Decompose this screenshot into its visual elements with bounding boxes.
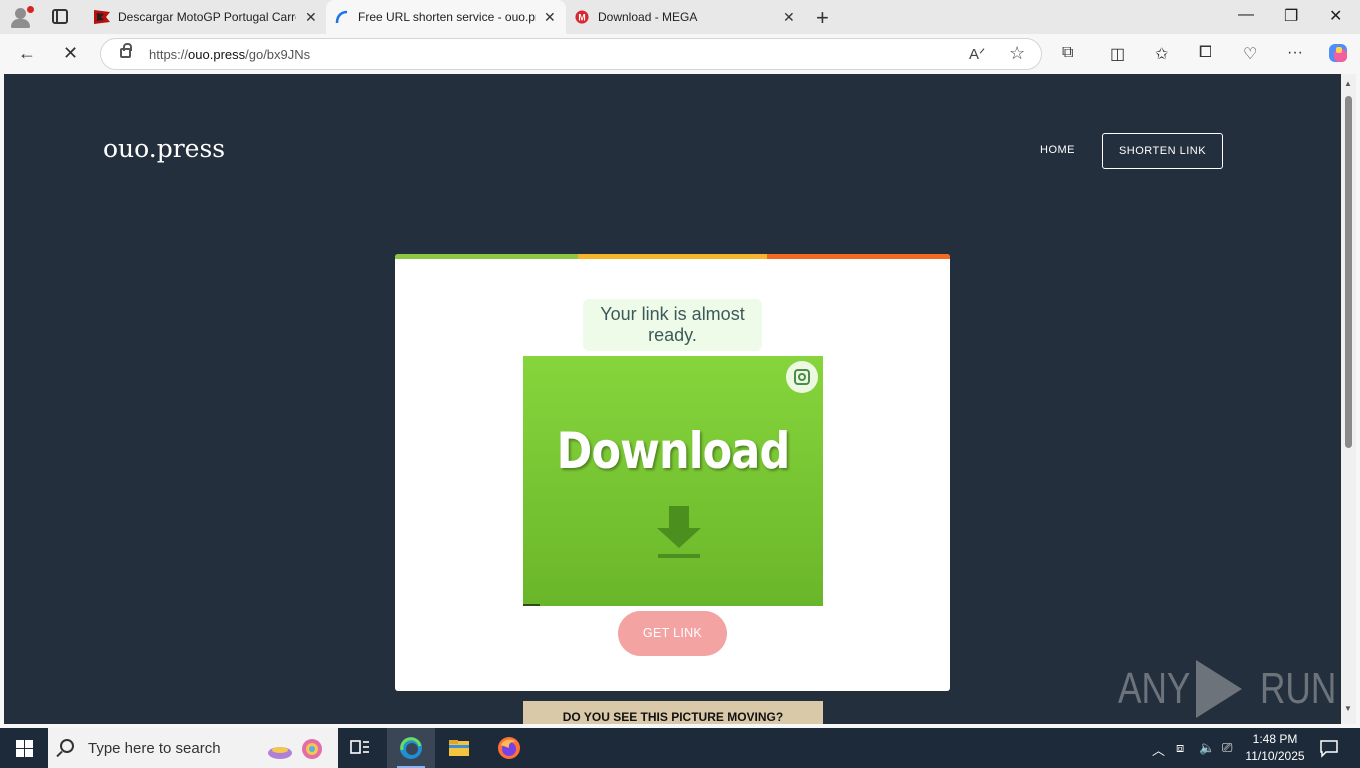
- play-icon: [1196, 660, 1242, 718]
- watermark-text-run: RUN: [1260, 664, 1337, 713]
- close-tab-icon[interactable]: ✕: [305, 9, 317, 26]
- scroll-up-icon[interactable]: ▲: [1344, 79, 1352, 88]
- taskbar-search-box[interactable]: Type here to search: [48, 728, 338, 768]
- scroll-down-icon[interactable]: ▼: [1344, 704, 1352, 713]
- close-tab-icon[interactable]: ✕: [783, 9, 795, 26]
- page-scrollbar[interactable]: ▲ ▼: [1341, 74, 1356, 724]
- motogp-flag-icon: [94, 10, 110, 24]
- shorten-link-button[interactable]: SHORTEN LINK: [1102, 133, 1223, 169]
- windows-start-icon[interactable]: [16, 740, 33, 757]
- more-menu-icon[interactable]: ···: [1287, 44, 1303, 62]
- network-icon[interactable]: ⎚: [1222, 740, 1232, 756]
- task-view-icon[interactable]: [348, 736, 372, 760]
- color-stripe: [578, 254, 767, 259]
- ready-message: Your link is almost ready.: [583, 299, 762, 351]
- file-explorer-icon[interactable]: [447, 736, 471, 760]
- search-icon: [60, 739, 74, 753]
- tab-motogp[interactable]: Descargar MotoGP Portugal Carre ✕: [86, 0, 326, 34]
- tab-mega[interactable]: M Download - MEGA ✕: [566, 0, 806, 34]
- taskbar-edge-button[interactable]: [387, 728, 435, 768]
- color-stripe: [767, 254, 950, 259]
- restore-icon[interactable]: ❐: [1284, 6, 1298, 26]
- notifications-icon[interactable]: [1317, 736, 1341, 760]
- tab-strip: Descargar MotoGP Portugal Carre ✕ Free U…: [0, 0, 1360, 34]
- copilot-icon[interactable]: [1327, 42, 1349, 64]
- close-tab-icon[interactable]: ✕: [544, 9, 556, 26]
- download-ad-banner[interactable]: Download: [523, 356, 823, 606]
- lock-icon[interactable]: [120, 43, 132, 58]
- url-text[interactable]: https://ouo.press/go/bx9JNs: [149, 47, 310, 62]
- new-tab-icon[interactable]: +: [816, 5, 829, 31]
- edge-icon: [400, 737, 422, 759]
- address-bar[interactable]: https://ouo.press/go/bx9JNs Aᐟ ☆: [100, 38, 1042, 70]
- collections-icon[interactable]: ⧠: [1199, 44, 1212, 62]
- favorite-star-icon[interactable]: ☆: [1009, 43, 1025, 64]
- get-link-button[interactable]: GET LINK: [618, 611, 727, 656]
- svg-text:M: M: [578, 13, 585, 23]
- tab-title: Download - MEGA: [598, 10, 698, 24]
- back-icon[interactable]: ←: [18, 43, 36, 64]
- stop-loading-icon[interactable]: ✕: [63, 43, 78, 64]
- firefox-icon[interactable]: [497, 736, 521, 760]
- clock-time: 1:48 PM: [1252, 732, 1298, 746]
- show-hidden-icons-icon[interactable]: ︿: [1152, 740, 1165, 759]
- nav-home-link[interactable]: HOME: [1040, 144, 1075, 156]
- clock-date: 11/10/2025: [1245, 749, 1305, 763]
- minimize-icon[interactable]: —: [1238, 6, 1254, 24]
- volume-icon[interactable]: 🔈: [1199, 740, 1215, 756]
- split-screen-icon[interactable]: ◫: [1110, 44, 1125, 64]
- close-window-icon[interactable]: ✕: [1329, 6, 1342, 26]
- tab-ouo[interactable]: Free URL shorten service - ouo.pre ✕: [326, 0, 566, 34]
- mega-icon: M: [575, 10, 589, 24]
- link-card: Your link is almost ready. Download GET …: [395, 254, 950, 691]
- visual-search-icon[interactable]: [786, 361, 818, 393]
- extensions-icon[interactable]: ⧉: [1062, 44, 1073, 62]
- search-highlight-icon[interactable]: [266, 736, 326, 762]
- address-bar-row: ← ✕ https://ouo.press/go/bx9JNs Aᐟ ☆ ⧉ ◫…: [0, 34, 1360, 74]
- scrollbar-thumb[interactable]: [1345, 96, 1352, 448]
- tab-title: Descargar MotoGP Portugal Carre: [118, 10, 296, 24]
- meet-now-icon[interactable]: ⧈: [1176, 740, 1184, 756]
- search-placeholder: Type here to search: [88, 740, 221, 757]
- ouo-swirl-icon: [335, 10, 348, 24]
- ad-corner-mark: [523, 604, 540, 606]
- profile-avatar-icon[interactable]: [8, 5, 34, 29]
- tab-title: Free URL shorten service - ouo.pre: [358, 10, 536, 24]
- tab-actions-icon[interactable]: [52, 9, 68, 24]
- browser-essentials-icon[interactable]: ♡: [1243, 44, 1257, 64]
- favorites-icon[interactable]: ✩: [1155, 44, 1168, 64]
- download-arrow-icon: [657, 506, 701, 562]
- color-stripe: [395, 254, 578, 259]
- ad-download-text: Download: [556, 422, 791, 480]
- windows-taskbar: Type here to search ︿ ⧈ 🔈 ⎚ 1:48 PM 11/1…: [0, 728, 1360, 768]
- read-aloud-icon[interactable]: Aᐟ: [969, 45, 985, 63]
- site-logo[interactable]: ouo.press: [103, 134, 225, 163]
- moving-picture-banner[interactable]: DO YOU SEE THIS PICTURE MOVING?: [523, 701, 823, 724]
- page-viewport: ouo.press HOME SHORTEN LINK Your link is…: [4, 74, 1341, 724]
- system-clock[interactable]: 1:48 PM 11/10/2025: [1240, 731, 1310, 765]
- watermark-text-any: ANY: [1118, 664, 1191, 713]
